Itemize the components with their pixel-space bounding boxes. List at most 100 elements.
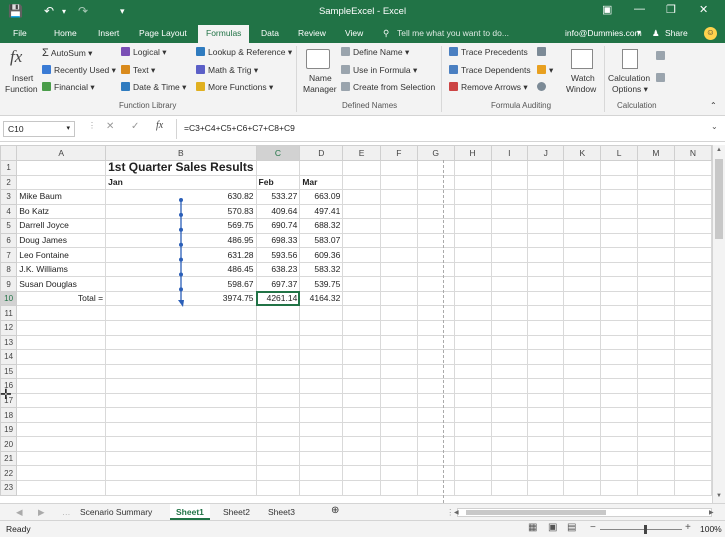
trace-precedent-dot: [179, 272, 183, 277]
watch-window-label-1[interactable]: Watch: [571, 73, 595, 83]
ribbon-display-icon[interactable]: ▣: [602, 3, 612, 16]
watch-window-label-2[interactable]: Window: [566, 84, 596, 94]
vertical-scrollbar[interactable]: ▲ ▼: [712, 145, 725, 503]
prev-sheet-icon[interactable]: ◀: [10, 504, 29, 520]
close-icon[interactable]: ✕: [699, 3, 708, 16]
insert-function-label-2[interactable]: Function: [5, 84, 38, 94]
autosum-button[interactable]: Σ AutoSum ▾: [42, 47, 92, 59]
next-sheet-icon[interactable]: ▶: [32, 504, 51, 520]
recently-used-button[interactable]: Recently Used ▾: [42, 65, 116, 76]
zoom-level[interactable]: 100%: [700, 524, 722, 534]
tab-review[interactable]: Review: [298, 28, 326, 38]
calculate-now-icon[interactable]: [656, 51, 668, 61]
trace-precedent-dot: [179, 212, 183, 217]
status-ready: Ready: [6, 524, 31, 534]
text-icon: [121, 65, 130, 74]
text-button[interactable]: Text ▾: [121, 65, 155, 76]
insert-function-label-1[interactable]: Insert: [12, 73, 33, 83]
calculation-options-label-1[interactable]: Calculation: [608, 73, 650, 83]
watch-window-icon[interactable]: [571, 49, 593, 69]
financial-button[interactable]: Financial ▾: [42, 82, 95, 93]
tab-data[interactable]: Data: [261, 28, 279, 38]
sheet-tab-sheet2[interactable]: Sheet2: [217, 504, 256, 520]
sheet-tab-sheet1[interactable]: Sheet1: [170, 504, 210, 520]
tab-home[interactable]: Home: [54, 28, 77, 38]
sheet-tab-scenario-summary[interactable]: Scenario Summary: [74, 504, 158, 520]
formula-input[interactable]: =C3+C4+C5+C6+C7+C8+C9: [180, 121, 720, 137]
zoom-slider-thumb[interactable]: [644, 525, 647, 534]
create-from-selection-button[interactable]: Create from Selection: [341, 82, 435, 92]
trace-dependents-icon: [449, 65, 458, 74]
group-divider: [441, 46, 442, 112]
worksheet-grid[interactable]: A B C D E F G H I J K L M N 1 1st Quarter…: [0, 145, 713, 503]
tab-file[interactable]: File: [13, 28, 27, 38]
name-manager-label-1[interactable]: Name: [309, 73, 332, 83]
add-sheet-icon[interactable]: ⊕: [325, 504, 345, 520]
lookup-icon: [196, 47, 205, 56]
tab-formulas[interactable]: Formulas: [198, 25, 250, 43]
horizontal-scrollbar[interactable]: [457, 508, 712, 517]
create-from-selection-icon: [341, 82, 350, 91]
zoom-slider[interactable]: [600, 529, 682, 530]
show-formulas-icon[interactable]: [537, 47, 549, 57]
normal-view-icon[interactable]: ▦: [528, 522, 537, 533]
group-divider: [296, 46, 297, 112]
tab-page-layout[interactable]: Page Layout: [139, 28, 187, 38]
vertical-scroll-thumb[interactable]: [715, 159, 723, 239]
define-name-icon: [341, 47, 350, 56]
zoom-in-icon[interactable]: +: [685, 522, 691, 533]
cancel-entry-icon[interactable]: ✕: [106, 121, 114, 132]
scroll-left-icon[interactable]: ◀: [448, 504, 465, 520]
horizontal-scroll-thumb[interactable]: [466, 510, 606, 515]
trace-precedents-icon: [449, 47, 458, 56]
trace-precedents-button[interactable]: Trace Precedents: [449, 47, 528, 57]
tab-view[interactable]: View: [345, 28, 363, 38]
error-checking-icon[interactable]: ▾: [537, 65, 553, 76]
ribbon-tab-bar: File Home Insert Page Layout Formulas Da…: [0, 24, 725, 43]
remove-arrows-button[interactable]: Remove Arrows ▾: [449, 82, 528, 93]
trace-arrowhead-icon: [178, 300, 184, 307]
tab-insert[interactable]: Insert: [98, 28, 119, 38]
title-bar: 💾 ↶ ▾ ↷ ▾ SampleExcel - Excel ▣ — ❐ ✕: [0, 0, 725, 24]
expand-formula-bar-icon[interactable]: ⌄: [711, 122, 718, 131]
star-book-icon: [42, 65, 51, 74]
account-name[interactable]: info@Dummies.com: [565, 28, 642, 38]
minimize-icon[interactable]: —: [634, 3, 645, 15]
lookup-reference-button[interactable]: Lookup & Reference ▾: [196, 47, 292, 58]
scroll-right-icon[interactable]: ▶: [703, 504, 720, 520]
name-manager-icon[interactable]: [306, 49, 330, 69]
define-name-button[interactable]: Define Name ▾: [341, 47, 409, 58]
calculator-icon[interactable]: [622, 49, 638, 69]
name-manager-label-2[interactable]: Manager: [303, 84, 337, 94]
confirm-entry-icon[interactable]: ✓: [131, 121, 139, 132]
use-in-formula-button[interactable]: Use in Formula ▾: [341, 65, 417, 76]
insert-function-fx-icon[interactable]: fx: [156, 120, 163, 131]
more-functions-button[interactable]: More Functions ▾: [196, 82, 273, 93]
sheet-tab-bar: ◀ ▶ … Scenario Summary Sheet1 Sheet2 She…: [0, 503, 725, 520]
math-trig-button[interactable]: Math & Trig ▾: [196, 65, 258, 76]
maximize-icon[interactable]: ❐: [666, 3, 676, 16]
account-dropdown-icon[interactable]: ▾: [637, 28, 641, 37]
share-button[interactable]: Share: [665, 28, 688, 38]
scroll-up-icon[interactable]: ▲: [716, 147, 722, 153]
smiley-feedback-icon[interactable]: ☺: [704, 27, 717, 40]
insert-function-icon[interactable]: fx: [10, 47, 22, 67]
scroll-down-icon[interactable]: ▼: [716, 493, 722, 499]
evaluate-formula-icon[interactable]: [537, 82, 549, 92]
use-in-formula-icon: [341, 65, 350, 74]
tell-me-search[interactable]: Tell me what you want to do...: [397, 28, 509, 38]
trace-precedent-dot: [179, 257, 183, 262]
page-break-view-icon[interactable]: ▤: [567, 522, 576, 533]
calculate-sheet-icon[interactable]: [656, 73, 668, 83]
logical-button[interactable]: Logical ▾: [121, 47, 167, 58]
calculation-options-label-2[interactable]: Options ▾: [612, 84, 648, 95]
collapse-ribbon-icon[interactable]: ⌃: [710, 101, 717, 110]
defined-names-group-label: Defined Names: [342, 101, 398, 110]
zoom-out-icon[interactable]: −: [590, 522, 596, 533]
trace-dependents-button[interactable]: Trace Dependents: [449, 65, 531, 75]
name-box[interactable]: C10 ▾: [3, 121, 75, 137]
date-time-button[interactable]: Date & Time ▾: [121, 82, 186, 93]
sheet-tab-sheet3[interactable]: Sheet3: [262, 504, 301, 520]
page-layout-view-icon[interactable]: ▣: [548, 522, 557, 533]
lightbulb-icon: ⚲: [383, 28, 390, 38]
